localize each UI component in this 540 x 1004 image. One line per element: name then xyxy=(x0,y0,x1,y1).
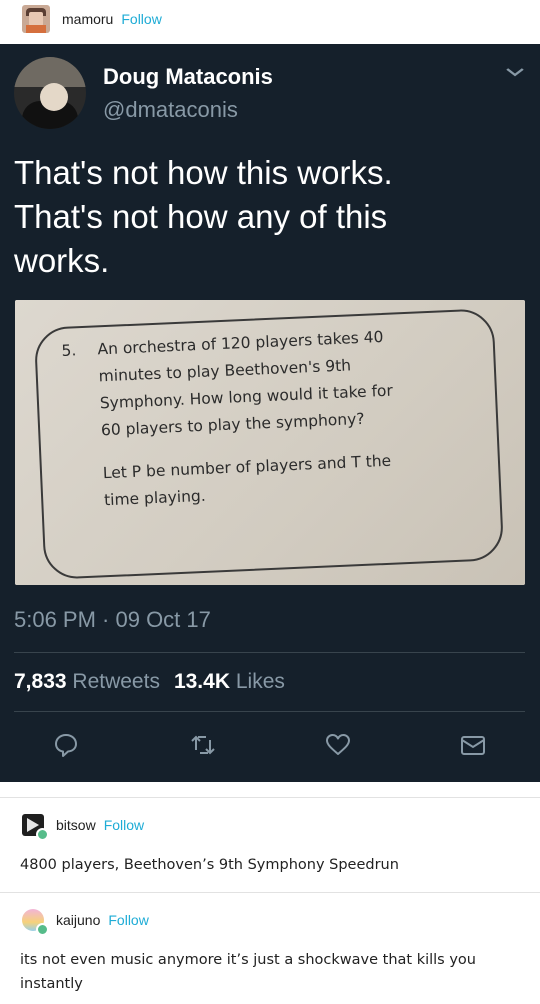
tweet-author-handle: @dmataconis xyxy=(103,97,238,122)
share-mail-icon[interactable] xyxy=(460,732,486,758)
reblog-header: kaijuno Follow xyxy=(22,907,149,936)
tweet-actions xyxy=(0,732,540,762)
retweets-label: Retweets xyxy=(72,670,160,693)
divider xyxy=(14,711,525,712)
reblog-username[interactable]: bitsow xyxy=(56,817,96,833)
reblog-icon xyxy=(36,828,49,841)
retweets-count: 7,833 xyxy=(14,670,67,693)
reblog-comment: its not even music anymore it’s just a s… xyxy=(20,948,500,996)
chevron-down-icon xyxy=(505,64,526,82)
like-icon[interactable] xyxy=(325,732,351,758)
tweet-author-name: Doug Mataconis xyxy=(103,64,273,89)
reblog-separator xyxy=(0,797,540,798)
retweets-stat[interactable]: 7,833 Retweets xyxy=(14,670,160,694)
reblog-comment-line: its not even music anymore it’s just a s… xyxy=(20,952,476,968)
tweet-text-line: That's not how any of this xyxy=(14,198,388,235)
mamoru-avatar[interactable] xyxy=(22,5,50,33)
reblog-separator xyxy=(0,892,540,893)
question-number: 5. xyxy=(61,341,77,360)
tweet-text-line: works. xyxy=(14,242,110,279)
post-username[interactable]: mamoru xyxy=(62,11,113,27)
reblog-comment: 4800 players, Beethoven’s 9th Symphony S… xyxy=(20,857,399,873)
worksheet-question: 5. An orchestra of 120 players takes 40 m… xyxy=(61,320,478,516)
tweet-text: That's not how this works. That's not ho… xyxy=(14,151,514,283)
likes-label: Likes xyxy=(235,670,285,693)
reblog-header: bitsow Follow xyxy=(22,812,144,841)
follow-button[interactable]: Follow xyxy=(108,912,148,928)
tweet-card: Doug Mataconis @dmataconis That's not ho… xyxy=(0,44,540,782)
question-line: time playing. xyxy=(103,486,207,510)
reblog-icon xyxy=(36,923,49,936)
follow-button[interactable]: Follow xyxy=(104,817,144,833)
reblog-comment-line: instantly xyxy=(20,976,83,992)
tweet-photo: 5. An orchestra of 120 players takes 40 m… xyxy=(15,300,525,585)
retweet-icon[interactable] xyxy=(190,732,216,758)
bitsow-avatar[interactable] xyxy=(22,814,49,841)
likes-count: 13.4K xyxy=(173,670,230,693)
post-header: mamoru Follow xyxy=(0,0,540,38)
reblog-username[interactable]: kaijuno xyxy=(56,912,100,928)
divider xyxy=(14,652,525,653)
tweet-avatar xyxy=(14,57,86,129)
follow-button[interactable]: Follow xyxy=(121,11,161,27)
kaijuno-avatar[interactable] xyxy=(22,909,49,936)
likes-stat[interactable]: 13.4K Likes xyxy=(174,670,285,694)
tweet-text-line: That's not how this works. xyxy=(14,154,393,191)
tweet-timestamp: 5:06 PM · 09 Oct 17 xyxy=(14,607,211,632)
reply-icon[interactable] xyxy=(53,732,79,758)
tweet-stats: 7,833 Retweets 13.4K Likes xyxy=(14,670,285,694)
